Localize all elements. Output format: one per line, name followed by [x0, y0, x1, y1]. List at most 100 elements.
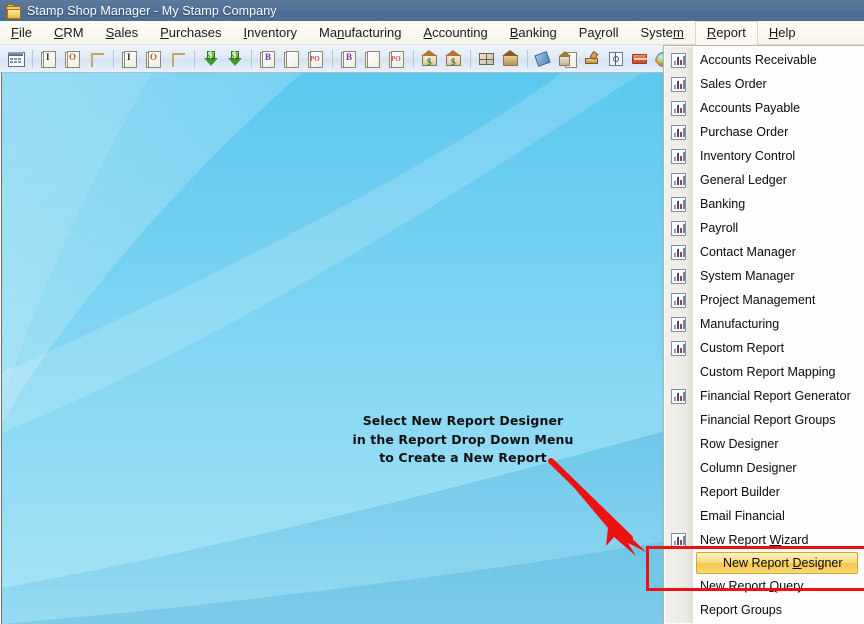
- menubar-item-label: Manufacturing: [319, 24, 402, 40]
- report-dropdown-menu[interactable]: Accounts Receivable Sales Order Accounts P…: [663, 45, 864, 624]
- settings-target-icon: [607, 50, 625, 68]
- menu-item-payroll[interactable]: Payroll: [664, 216, 864, 240]
- menu-item-financial-report-generator[interactable]: Financial Report Generator: [664, 384, 864, 408]
- bill-icon[interactable]: B: [338, 48, 360, 70]
- menubar-item-inventory[interactable]: Inventory: [233, 22, 309, 44]
- toolbar-separator: [527, 49, 528, 68]
- receive-payment-icon[interactable]: $: [200, 48, 222, 70]
- warehouse-icon[interactable]: [500, 48, 522, 70]
- deposit-icon[interactable]: $: [419, 48, 441, 70]
- menubar-item-crm[interactable]: CRM: [43, 22, 95, 44]
- menu-item-inventory-control[interactable]: Inventory Control: [664, 144, 864, 168]
- inventory-cube-icon: [478, 50, 496, 68]
- menubar-item-help[interactable]: Help: [758, 22, 807, 44]
- menu-item-label: Purchase Order: [700, 125, 789, 139]
- menu-item-contact-manager[interactable]: Contact Manager: [664, 240, 864, 264]
- chart-icon: [664, 192, 693, 216]
- menu-icon-empty: [664, 408, 693, 432]
- menu-item-label: Financial Report Groups: [700, 413, 836, 427]
- menu-item-sales-order[interactable]: Sales Order: [664, 72, 864, 96]
- menubar-item-sales[interactable]: Sales: [95, 22, 150, 44]
- po-icon[interactable]: PO: [386, 48, 408, 70]
- bill-entry-icon: B: [259, 50, 277, 68]
- menu-item-custom-report-mapping[interactable]: Custom Report Mapping: [664, 360, 864, 384]
- chart-icon: [664, 48, 693, 72]
- purchase-order-icon[interactable]: PO: [305, 48, 327, 70]
- chart-icon: [664, 528, 693, 552]
- chart-icon: [664, 384, 693, 408]
- menu-item-label: Custom Report Mapping: [700, 365, 836, 379]
- title-bar: Stamp Shop Manager - My Stamp Company: [0, 0, 864, 21]
- menu-item-label: General Ledger: [700, 173, 787, 187]
- new-invoice-icon[interactable]: I: [38, 48, 60, 70]
- chart-icon: [671, 100, 686, 116]
- quote-icon[interactable]: [167, 48, 189, 70]
- new-order-icon: O: [64, 50, 82, 68]
- blank-document-icon[interactable]: [281, 48, 303, 70]
- new-quote-icon[interactable]: [86, 48, 108, 70]
- menu-item-label: Custom Report: [700, 341, 785, 355]
- menu-icon-empty: [664, 456, 693, 480]
- toolbar-separator: [470, 49, 471, 68]
- new-order-icon[interactable]: O: [62, 48, 84, 70]
- inventory-cube-icon[interactable]: [476, 48, 498, 70]
- menubar-item-payroll[interactable]: Payroll: [568, 22, 630, 44]
- document-icon[interactable]: [362, 48, 384, 70]
- menu-item-purchase-order[interactable]: Purchase Order: [664, 120, 864, 144]
- menu-item-new-report-designer[interactable]: New Report Designer: [696, 552, 858, 574]
- calendar-icon[interactable]: [5, 48, 27, 70]
- menu-item-general-ledger[interactable]: General Ledger: [664, 168, 864, 192]
- withdrawal-icon[interactable]: $: [443, 48, 465, 70]
- toolbar-separator: [332, 49, 333, 68]
- paint-brush-icon: [583, 50, 601, 68]
- callout-line: to Create a New Report: [379, 450, 547, 465]
- paint-brush-icon[interactable]: [581, 48, 603, 70]
- menubar-item-file[interactable]: File: [0, 22, 43, 44]
- make-payment-icon[interactable]: $: [224, 48, 246, 70]
- menu-item-label: Sales Order: [700, 77, 767, 91]
- menu-item-email-financial[interactable]: Email Financial: [664, 504, 864, 528]
- menu-icon-empty: [664, 360, 693, 384]
- menu-item-row-designer[interactable]: Row Designer: [664, 432, 864, 456]
- menubar-item-banking[interactable]: Banking: [499, 22, 568, 44]
- menubar-item-accounting[interactable]: Accounting: [412, 22, 498, 44]
- menubar-item-purchases[interactable]: Purchases: [149, 22, 232, 44]
- menu-item-label: Email Financial: [700, 509, 785, 523]
- calendar-icon: [7, 50, 25, 68]
- menu-item-system-manager[interactable]: System Manager: [664, 264, 864, 288]
- receive-payment-icon: $: [202, 50, 220, 68]
- menu-item-label: New Report Wizard: [700, 533, 809, 547]
- menu-item-banking[interactable]: Banking: [664, 192, 864, 216]
- bill-entry-icon[interactable]: B: [257, 48, 279, 70]
- order-icon[interactable]: O: [143, 48, 165, 70]
- menu-item-report-groups[interactable]: Report Groups: [664, 598, 864, 622]
- menu-item-manufacturing[interactable]: Manufacturing: [664, 312, 864, 336]
- menu-item-accounts-receivable[interactable]: Accounts Receivable: [664, 48, 864, 72]
- menu-item-column-designer[interactable]: Column Designer: [664, 456, 864, 480]
- menu-item-label: Column Designer: [700, 461, 797, 475]
- menu-item-financial-report-groups[interactable]: Financial Report Groups: [664, 408, 864, 432]
- menu-item-new-report-query[interactable]: New Report Query: [664, 574, 864, 598]
- credit-card-icon: [631, 50, 649, 68]
- credit-card-icon[interactable]: [629, 48, 651, 70]
- menubar-item-manufacturing[interactable]: Manufacturing: [308, 22, 412, 44]
- chart-icon: [671, 52, 686, 68]
- settings-target-icon[interactable]: [605, 48, 627, 70]
- menubar-item-report[interactable]: Report: [694, 21, 758, 45]
- annotation-callout-text: Select New Report Designer in the Report …: [338, 412, 588, 468]
- building-document-icon[interactable]: [557, 48, 579, 70]
- menu-item-accounts-payable[interactable]: Accounts Payable: [664, 96, 864, 120]
- menu-icon-empty: [664, 598, 693, 622]
- menu-item-label: System Manager: [700, 269, 795, 283]
- application-window: Stamp Shop Manager - My Stamp Company Fi…: [0, 0, 864, 624]
- menubar-item-system[interactable]: System: [629, 22, 694, 44]
- invoice-icon[interactable]: I: [119, 48, 141, 70]
- menu-item-report-builder[interactable]: Report Builder: [664, 480, 864, 504]
- menu-item-new-report-wizard[interactable]: New Report Wizard: [664, 528, 864, 552]
- callout-line: Select New Report Designer: [362, 413, 564, 428]
- quote-icon: [169, 50, 187, 68]
- menu-item-project-management[interactable]: Project Management: [664, 288, 864, 312]
- menu-item-custom-report[interactable]: Custom Report: [664, 336, 864, 360]
- toolbar-separator: [194, 49, 195, 68]
- price-tag-icon[interactable]: [533, 48, 555, 70]
